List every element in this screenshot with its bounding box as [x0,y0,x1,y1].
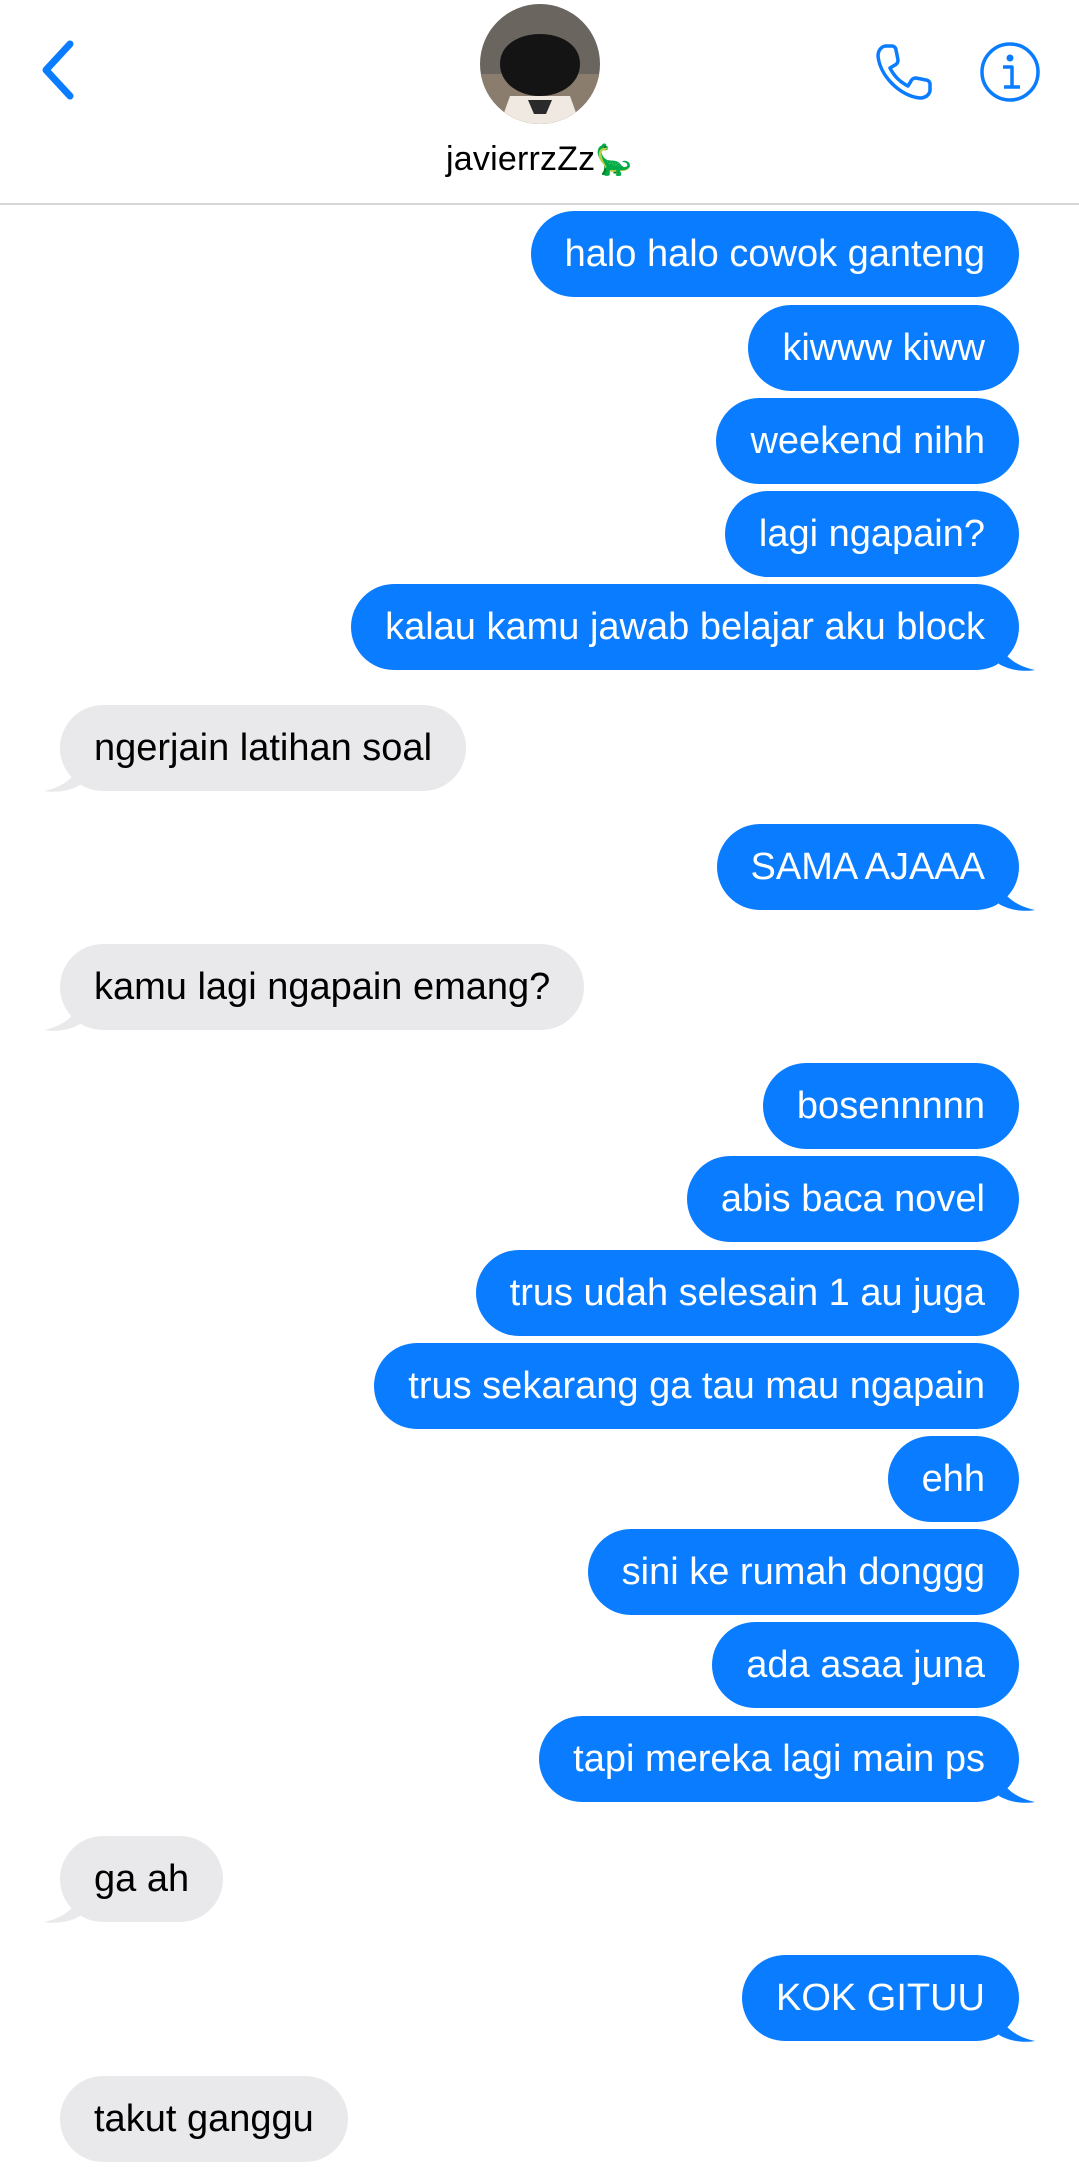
message-bubble-incoming[interactable]: ga ah [60,1836,224,1922]
message-row: lagi ngapain? [0,491,1079,579]
message-thread: halo halo cowok ganteng kiwww kiww weeke… [0,0,1079,2167]
info-button[interactable] [976,38,1044,106]
message-row: trus sekarang ga tau mau ngapain [0,1343,1079,1431]
message-row: SAMA AJAAA [0,824,1079,912]
message-row: ehh [0,1436,1079,1524]
message-bubble-outgoing[interactable]: ehh [887,1436,1019,1522]
conversation-header: javierrzZz🦕 [0,0,1079,205]
message-bubble-outgoing[interactable]: halo halo cowok ganteng [530,211,1019,297]
message-bubble-incoming[interactable]: takut ganggu [60,2076,348,2162]
chevron-left-icon [42,40,74,100]
contact-name-text: javierrzZz [446,140,596,178]
avatar-photo [480,4,600,124]
message-row: ada asaa juna [0,1622,1079,1710]
message-row: sini ke rumah donggg [0,1529,1079,1617]
message-bubble-outgoing[interactable]: abis baca novel [686,1156,1019,1242]
message-row: tapi mereka lagi main ps [0,1716,1079,1804]
message-row: bosennnnn [0,1063,1079,1151]
message-bubble-outgoing[interactable]: trus sekarang ga tau mau ngapain [374,1343,1019,1429]
message-bubble-outgoing[interactable]: bosennnnn [762,1063,1019,1149]
message-row: halo halo cowok ganteng [0,211,1079,299]
message-bubble-outgoing[interactable]: sini ke rumah donggg [587,1529,1019,1615]
message-row: KOK GITUU [0,1955,1079,2043]
phone-icon [876,44,932,100]
info-icon [980,42,1040,102]
message-bubble-incoming[interactable]: kamu lagi ngapain emang? [60,944,585,1030]
bubble-tail [44,992,84,1031]
message-bubble-outgoing[interactable]: ada asaa juna [712,1622,1019,1708]
message-bubble-outgoing[interactable]: tapi mereka lagi main ps [539,1716,1019,1802]
message-row: ga ah [0,1836,1079,1924]
message-bubble-outgoing[interactable]: kiwww kiww [748,305,1019,391]
message-row: kamu lagi ngapain emang? [0,944,1079,1032]
message-row: kiwww kiww [0,305,1079,393]
bubble-tail [995,1764,1035,1803]
message-bubble-incoming[interactable]: ngerjain latihan soal [60,705,467,791]
message-bubble-outgoing[interactable]: KOK GITUU [741,1955,1019,2041]
message-row: weekend nihh [0,398,1079,486]
message-bubble-outgoing[interactable]: trus udah selesain 1 au juga [475,1250,1019,1336]
bubble-tail [44,753,84,792]
message-row: kalau kamu jawab belajar aku block [0,584,1079,672]
back-button[interactable] [28,30,88,110]
call-button[interactable] [868,36,940,108]
message-row: ngerjain latihan soal [0,705,1079,793]
message-row: abis baca novel [0,1156,1079,1244]
contact-name[interactable]: javierrzZz🦕 [0,140,1079,179]
message-row: takut ganggu [0,2076,1079,2164]
bubble-tail [995,632,1035,671]
message-row: trus udah selesain 1 au juga [0,1250,1079,1338]
bubble-tail [995,2003,1035,2042]
message-bubble-outgoing[interactable]: weekend nihh [716,398,1019,484]
contact-avatar[interactable] [480,4,600,124]
message-bubble-outgoing[interactable]: SAMA AJAAA [716,824,1019,910]
dinosaur-emoji: 🦕 [595,144,633,177]
message-bubble-outgoing[interactable]: kalau kamu jawab belajar aku block [351,584,1019,670]
bubble-tail [995,872,1035,911]
message-bubble-outgoing[interactable]: lagi ngapain? [724,491,1019,577]
bubble-tail [44,1884,84,1923]
